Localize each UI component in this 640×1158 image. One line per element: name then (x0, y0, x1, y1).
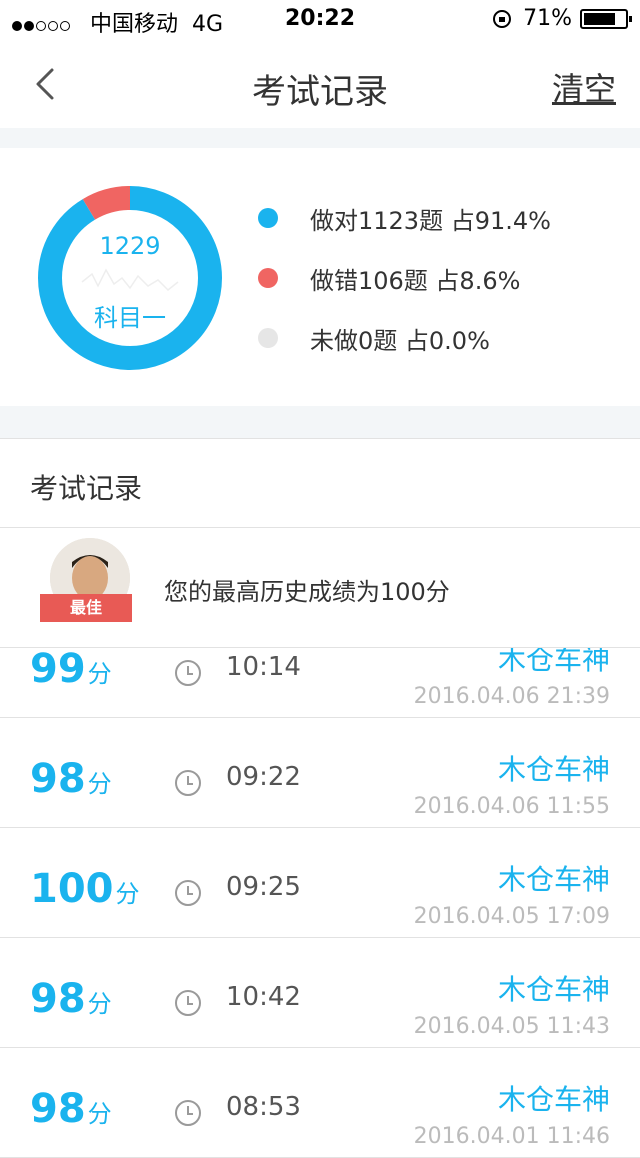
best-badge: 最佳 (40, 594, 132, 622)
score: 99分 (30, 646, 112, 692)
question-total: 1229 (99, 232, 161, 260)
legend-dot (258, 268, 278, 288)
record-date: 2016.04.06 11:55 (413, 794, 610, 819)
score: 98分 (30, 1086, 112, 1132)
best-score-message: 您的最高历史成绩为100分 (164, 578, 450, 606)
page-title: 考试记录 (252, 72, 388, 112)
records-header: 考试记录 (0, 438, 640, 528)
clock-icon (175, 880, 201, 906)
orientation-lock-icon (493, 9, 512, 28)
record-date: 2016.04.05 17:09 (413, 904, 610, 929)
legend-dot (258, 328, 278, 348)
summary-panel: 1229 科目一 做对1123题 占91.4% 做错106题 占8.6% 未做0… (0, 148, 640, 406)
record-row[interactable]: 98分 10:42 木仓车神 2016.04.05 11:43 (0, 938, 640, 1048)
score: 98分 (30, 756, 112, 802)
record-row[interactable]: 100分 09:25 木仓车神 2016.04.05 17:09 (0, 828, 640, 938)
user-name: 木仓车神 (497, 753, 610, 786)
clock-icon (175, 770, 201, 796)
status-bar: 中国移动 4G 20:22 71% (0, 0, 640, 40)
user-name: 木仓车神 (497, 863, 610, 896)
clear-button[interactable]: 清空 (552, 64, 616, 110)
battery-icon (580, 8, 632, 29)
clock-icon (175, 1100, 201, 1126)
decorative-wave (81, 268, 179, 292)
subject-label: 科目一 (94, 304, 166, 332)
record-row[interactable]: 98分 08:53 木仓车神 2016.04.01 11:46 (0, 1048, 640, 1158)
donut-chart (38, 186, 222, 370)
record-date: 2016.04.05 11:43 (413, 1014, 610, 1039)
legend-item-unanswered: 未做0题 占0.0% (258, 318, 618, 358)
records-list: 99分 10:14 木仓车神 2016.04.06 21:39 98分 09:2… (0, 608, 640, 1158)
user-name: 木仓车神 (497, 1083, 610, 1116)
exam-duration: 10:14 (226, 652, 301, 682)
exam-duration: 08:53 (226, 1092, 301, 1122)
legend-item-wrong: 做错106题 占8.6% (258, 258, 618, 298)
record-row[interactable]: 98分 09:22 木仓车神 2016.04.06 11:55 (0, 718, 640, 828)
donut-slice-correct (38, 186, 222, 370)
exam-duration: 10:42 (226, 982, 301, 1012)
legend-item-correct: 做对1123题 占91.4% (258, 198, 618, 238)
record-date: 2016.04.06 21:39 (413, 684, 610, 709)
nav-bar: 考试记录 清空 (0, 40, 640, 128)
best-record-banner: 最佳 您的最高历史成绩为100分 (0, 528, 640, 648)
legend-dot (258, 208, 278, 228)
score: 100分 (30, 866, 140, 912)
user-name: 木仓车神 (497, 973, 610, 1006)
section-divider (0, 128, 640, 148)
record-date: 2016.04.01 11:46 (413, 1124, 610, 1149)
records-title: 考试记录 (30, 472, 143, 505)
score: 98分 (30, 976, 112, 1022)
exam-duration: 09:25 (226, 872, 301, 902)
clock-icon (175, 990, 201, 1016)
section-divider (0, 406, 640, 438)
exam-duration: 09:22 (226, 762, 301, 792)
clock-icon (175, 660, 201, 686)
battery-percent: 71% (523, 6, 572, 31)
